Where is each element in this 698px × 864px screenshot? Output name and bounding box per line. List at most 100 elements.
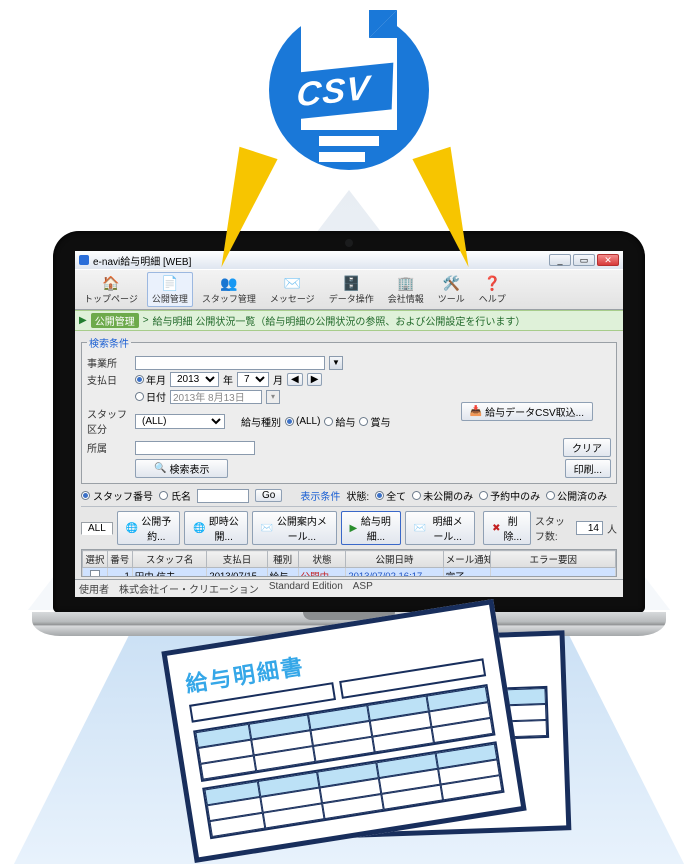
dept-input[interactable]: [135, 441, 255, 455]
delete-button[interactable]: ✖削除...: [483, 511, 531, 545]
breadcrumb-chip: 公開管理: [91, 313, 139, 328]
toolbar-データ操作[interactable]: 🗄️データ操作: [324, 272, 379, 307]
slipmail-icon: ✉️: [414, 523, 426, 534]
toolbar-icon: ❓: [483, 274, 501, 292]
toolbar-icon: 🏠: [102, 274, 120, 292]
breadcrumb: ▶ 公開管理 > 給与明細 公開状況一覧（給与明細の公開状況の参照、および公開設…: [75, 310, 623, 331]
payslip-icon: ▶: [350, 523, 358, 534]
csv-badge: CSV: [269, 10, 429, 210]
immediate-icon: 🌐: [193, 523, 205, 534]
find-input[interactable]: [197, 489, 249, 503]
month-next-button[interactable]: ▶: [307, 373, 323, 386]
toolbar-icon: 🏢: [397, 274, 415, 292]
paytype-all-radio[interactable]: (ALL): [285, 416, 320, 427]
find-by-name-radio[interactable]: 氏名: [159, 488, 191, 503]
find-by-staff-radio[interactable]: スタッフ番号: [81, 488, 153, 503]
filter-sched-radio[interactable]: 予約中のみ: [479, 488, 540, 503]
column-メール通知[interactable]: メール通知: [443, 551, 491, 568]
paydate-label: 支払日: [87, 372, 131, 387]
pubmail-button[interactable]: ✉️公開案内メール...: [252, 511, 337, 545]
app-icon: [79, 255, 89, 265]
toolbar-label: データ操作: [329, 292, 374, 305]
clear-button[interactable]: クリア: [563, 438, 611, 457]
column-公開日時[interactable]: 公開日時: [346, 551, 443, 568]
month-select[interactable]: 7: [237, 372, 269, 387]
column-スタッフ名[interactable]: スタッフ名: [132, 551, 207, 568]
staffcount-suffix: 人: [607, 521, 617, 536]
csv-import-button[interactable]: 📥給与データCSV取込...: [461, 402, 593, 421]
dropdown-icon[interactable]: ▼: [329, 356, 343, 370]
status-user: 株式会社イー・クリエーション: [119, 581, 259, 596]
tab-all[interactable]: ALL: [81, 522, 113, 535]
toolbar-ヘルプ[interactable]: ❓ヘルプ: [474, 272, 511, 307]
toolbar-会社情報[interactable]: 🏢会社情報: [383, 272, 429, 307]
paytype-label: 給与種別: [241, 414, 281, 429]
window-title: e-navi給与明細 [WEB]: [93, 253, 191, 268]
stafftype-label: スタッフ区分: [87, 406, 131, 436]
reserve-icon: 🌐: [126, 523, 138, 534]
row-checkbox[interactable]: [90, 570, 100, 578]
column-番号[interactable]: 番号: [107, 551, 132, 568]
toolbar-ツール[interactable]: 🛠️ツール: [433, 272, 470, 307]
maximize-button[interactable]: ▭: [573, 254, 595, 266]
search-button[interactable]: 🔍検索表示: [135, 459, 228, 478]
status-edition: Standard Edition: [269, 581, 343, 596]
state-label: 状態:: [346, 488, 369, 503]
status-user-label: 使用者: [79, 581, 109, 596]
toolbar-トップページ[interactable]: 🏠トップページ: [79, 272, 143, 307]
close-button[interactable]: ✕: [597, 254, 619, 266]
search-legend: 検索条件: [87, 335, 131, 350]
year-suffix: 年: [223, 372, 233, 387]
go-button[interactable]: Go: [255, 489, 282, 502]
immediate-button[interactable]: 🌐即時公開...: [184, 511, 247, 545]
toolbar-公開管理[interactable]: 📄公開管理: [147, 272, 193, 307]
toolbar-メッセージ[interactable]: ✉️メッセージ: [265, 272, 320, 307]
filter-all-radio[interactable]: 全て: [375, 488, 406, 503]
reserve-button[interactable]: 🌐公開予約...: [117, 511, 180, 545]
filter-pub-radio[interactable]: 公開済のみ: [546, 488, 607, 503]
month-prev-button[interactable]: ◀: [287, 373, 303, 386]
calendar-dropdown-icon[interactable]: ▾: [266, 390, 280, 404]
paytype-bonus-radio[interactable]: 賞与: [359, 414, 390, 429]
toolbar-スタッフ管理[interactable]: 👥スタッフ管理: [197, 272, 261, 307]
laptop-frame: e-navi給与明細 [WEB] _ ▭ ✕ 🏠トップページ📄公開管理👥スタッフ…: [53, 231, 645, 613]
column-選択[interactable]: 選択: [83, 551, 108, 568]
minimize-button[interactable]: _: [549, 254, 571, 266]
column-状態[interactable]: 状態: [298, 551, 346, 568]
stafftype-select[interactable]: (ALL): [135, 414, 225, 429]
date-input[interactable]: [170, 390, 262, 404]
sub-filter-bar: スタッフ番号 氏名 Go 表示条件 状態: 全て 未公開のみ 予約中のみ 公開済…: [81, 486, 617, 507]
main-toolbar: 🏠トップページ📄公開管理👥スタッフ管理✉️メッセージ🗄️データ操作🏢会社情報🛠️…: [75, 269, 623, 310]
column-支払日[interactable]: 支払日: [207, 551, 267, 568]
paydate-mode-year-radio[interactable]: 年月: [135, 372, 166, 387]
office-select[interactable]: [135, 356, 325, 370]
toolbar-icon: 🗄️: [342, 274, 360, 292]
toolbar-label: ツール: [438, 292, 465, 305]
table-row[interactable]: 1田中 信夫2013/07/15給与公開中2013/07/02 16:17完了: [83, 568, 616, 578]
paytype-salary-radio[interactable]: 給与: [324, 414, 355, 429]
camera-dot: [345, 239, 353, 247]
breadcrumb-bullet: ▶: [79, 315, 87, 326]
slipmail-button[interactable]: ✉️明細メール...: [405, 511, 476, 545]
toolbar-label: スタッフ管理: [202, 292, 256, 305]
column-エラー要因[interactable]: エラー要因: [491, 551, 616, 568]
print-button[interactable]: 印刷...: [565, 459, 611, 478]
payslip-button[interactable]: ▶給与明細...: [341, 511, 401, 545]
toolbar-icon: 🛠️: [442, 274, 460, 292]
status-mode: ASP: [353, 581, 373, 596]
staff-table: 選択番号スタッフ名支払日種別状態公開日時メール通知エラー要因1田中 信夫2013…: [82, 550, 616, 577]
month-suffix: 月: [273, 372, 283, 387]
filter-unpub-radio[interactable]: 未公開のみ: [412, 488, 473, 503]
toolbar-icon: ✉️: [283, 274, 301, 292]
column-種別[interactable]: 種別: [267, 551, 298, 568]
paydate-mode-date-radio[interactable]: 日付: [135, 389, 166, 404]
toolbar-icon: 📄: [161, 274, 179, 292]
staffcount-value: 14: [576, 521, 603, 535]
year-select[interactable]: 2013: [170, 372, 219, 387]
breadcrumb-path: 給与明細 公開状況一覧（給与明細の公開状況の参照、および公開設定を行います）: [153, 313, 526, 328]
toolbar-label: メッセージ: [270, 292, 315, 305]
app-window: e-navi給与明細 [WEB] _ ▭ ✕ 🏠トップページ📄公開管理👥スタッフ…: [75, 251, 623, 597]
toolbar-icon: 👥: [220, 274, 238, 292]
title-bar: e-navi給与明細 [WEB] _ ▭ ✕: [75, 251, 623, 269]
status-bar: 使用者 株式会社イー・クリエーション Standard Edition ASP: [75, 579, 623, 597]
